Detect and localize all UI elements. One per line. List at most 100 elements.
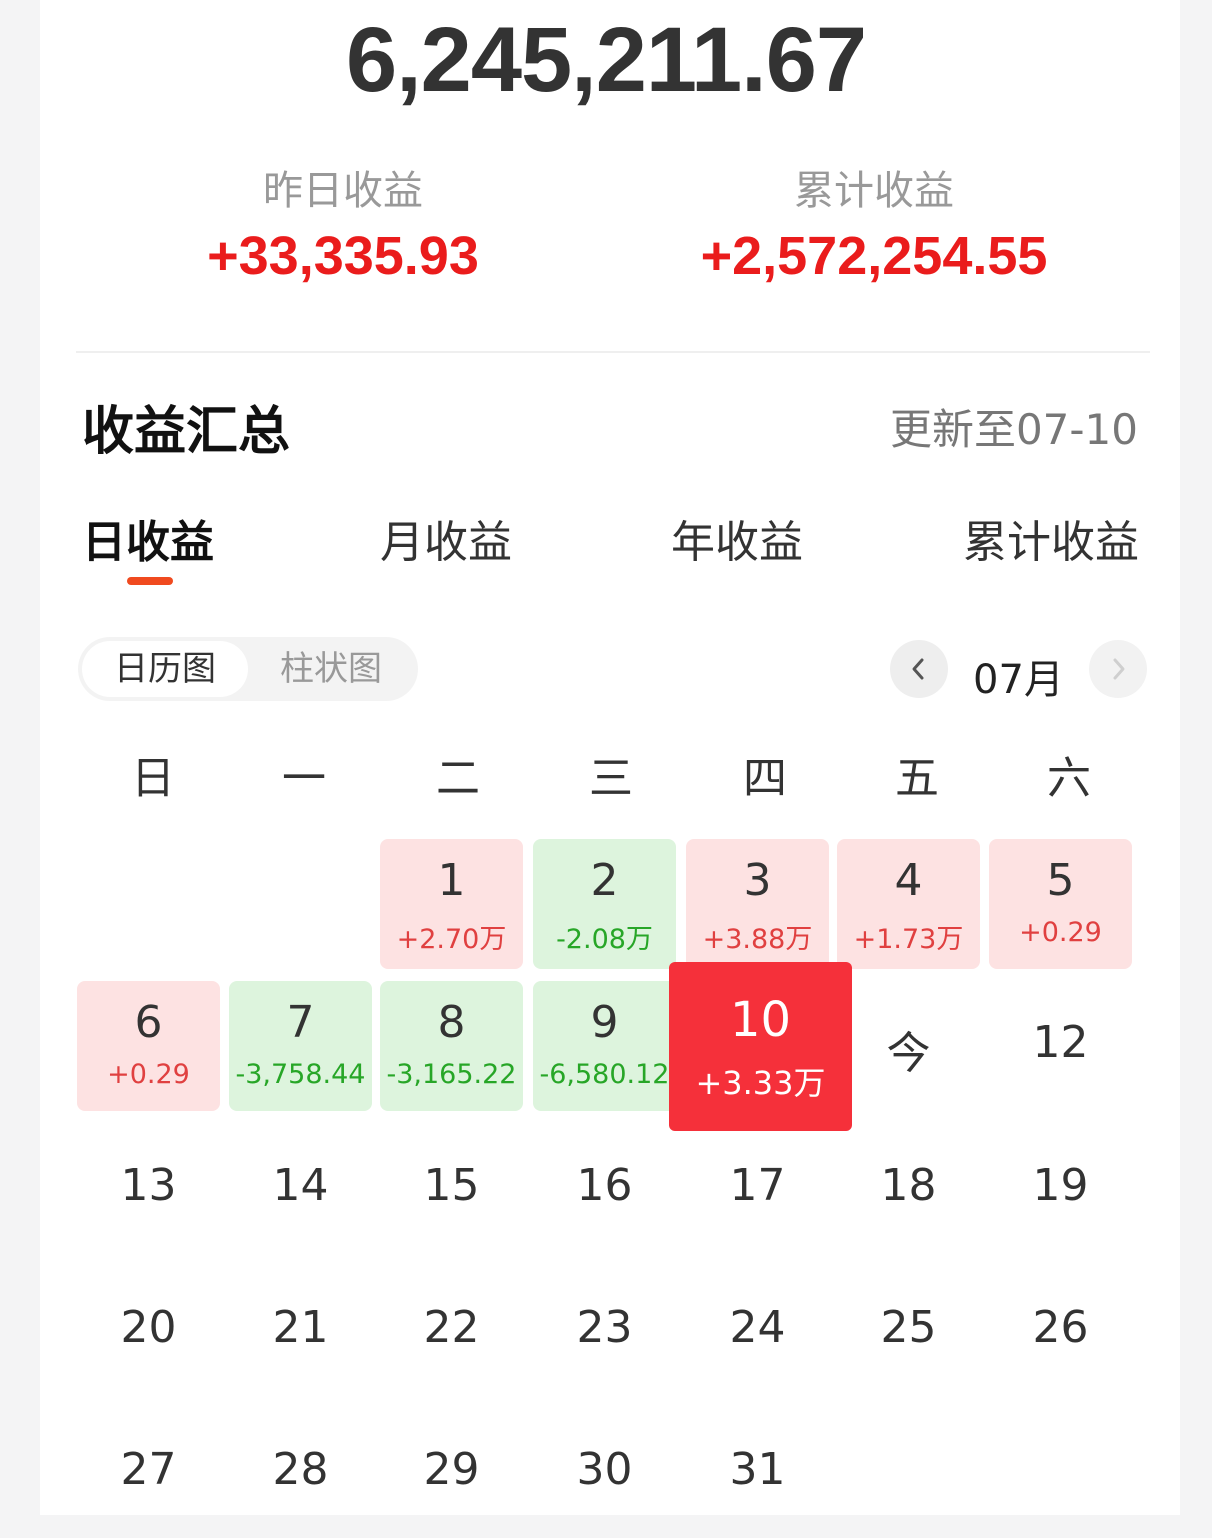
chevron-right-icon — [1113, 658, 1125, 680]
view-toggle: 日历图 柱状图 — [78, 637, 418, 701]
day-earnings: -3,758.44 — [235, 1059, 366, 1090]
calendar-day[interactable]: 4 +1.73万 — [837, 839, 980, 969]
day-earnings: +3.88万 — [702, 924, 813, 955]
calendar-day[interactable]: 31 — [686, 1408, 829, 1538]
day-earnings: +0.29 — [1019, 917, 1102, 948]
current-month: 07月 — [973, 657, 1064, 703]
weekday-label: 四 — [743, 753, 787, 804]
weekday-label: 日 — [131, 753, 175, 804]
calendar-day[interactable]: 17 — [686, 1124, 829, 1254]
day-number: 14 — [272, 1160, 329, 1211]
day-number: 31 — [729, 1444, 786, 1495]
calendar-day[interactable]: 今 — [837, 981, 980, 1111]
day-number: 19 — [1032, 1160, 1089, 1211]
next-month-button[interactable] — [1089, 640, 1147, 698]
day-number: 10 — [729, 992, 792, 1048]
calendar-day[interactable]: 27 — [77, 1408, 220, 1538]
calendar-day[interactable]: 20 — [77, 1266, 220, 1396]
day-earnings: -6,580.12 — [539, 1059, 670, 1090]
day-number: 17 — [729, 1160, 786, 1211]
day-number: 30 — [576, 1444, 633, 1495]
day-earnings: +0.29 — [107, 1059, 190, 1090]
day-number: 28 — [272, 1444, 329, 1495]
day-earnings: -2.08万 — [556, 924, 653, 955]
bar-chart-view-button[interactable]: 柱状图 — [248, 641, 414, 697]
active-tab-indicator — [127, 577, 173, 585]
calendar-day[interactable]: 18 — [837, 1124, 980, 1254]
day-number: 20 — [120, 1302, 177, 1353]
weekday-label: 五 — [895, 753, 939, 804]
calendar-day[interactable]: 1 +2.70万 — [380, 839, 523, 969]
day-number: 9 — [590, 997, 619, 1048]
day-number: 27 — [120, 1444, 177, 1495]
divider — [76, 351, 1150, 353]
day-number: 18 — [880, 1160, 937, 1211]
calendar-day[interactable]: 8 -3,165.22 — [380, 981, 523, 1111]
cumulative-earnings-label: 累计收益 — [794, 168, 954, 214]
calendar-day[interactable]: 24 — [686, 1266, 829, 1396]
calendar-day[interactable]: 23 — [533, 1266, 676, 1396]
cumulative-earnings-value: +2,572,254.55 — [700, 226, 1048, 286]
day-number: 25 — [880, 1302, 937, 1353]
calendar-day[interactable]: 12 — [989, 981, 1132, 1111]
yesterday-earnings-label: 昨日收益 — [263, 168, 423, 214]
total-assets: 6,245,211.67 — [345, 9, 867, 111]
weekday-label: 三 — [589, 753, 633, 804]
weekday-label: 一 — [282, 753, 326, 804]
calendar-day[interactable]: 28 — [229, 1408, 372, 1538]
calendar-day[interactable]: 21 — [229, 1266, 372, 1396]
yesterday-earnings-value: +33,335.93 — [207, 226, 479, 286]
day-number: 8 — [437, 997, 466, 1048]
day-number: 26 — [1032, 1302, 1089, 1353]
day-earnings: +3.33万 — [695, 1064, 826, 1102]
calendar-day[interactable]: 26 — [989, 1266, 1132, 1396]
day-number: 1 — [437, 855, 466, 906]
calendar-day[interactable]: 19 — [989, 1124, 1132, 1254]
weekday-label: 二 — [436, 753, 480, 804]
day-earnings: -3,165.22 — [386, 1059, 517, 1090]
day-number: 21 — [272, 1302, 329, 1353]
calendar-day[interactable]: 7 -3,758.44 — [229, 981, 372, 1111]
calendar-day[interactable]: 14 — [229, 1124, 372, 1254]
tab-monthly-earnings[interactable]: 月收益 — [380, 506, 512, 570]
chevron-left-icon — [912, 658, 924, 680]
calendar-view-button[interactable]: 日历图 — [82, 641, 248, 697]
calendar-day-selected[interactable]: 10 +3.33万 — [669, 962, 852, 1131]
day-number: 15 — [423, 1160, 480, 1211]
day-number: 3 — [743, 855, 772, 906]
day-number: 6 — [134, 997, 163, 1048]
update-date: 更新至07-10 — [889, 405, 1138, 454]
calendar-day[interactable]: 30 — [533, 1408, 676, 1538]
day-number: 24 — [729, 1302, 786, 1353]
day-number: 2 — [590, 855, 619, 906]
day-number: 12 — [1032, 1017, 1089, 1068]
section-title: 收益汇总 — [82, 402, 291, 462]
calendar-day[interactable]: 22 — [380, 1266, 523, 1396]
day-number: 4 — [894, 855, 923, 906]
day-number: 29 — [423, 1444, 480, 1495]
calendar-day[interactable]: 2 -2.08万 — [533, 839, 676, 969]
day-number: 5 — [1046, 855, 1075, 906]
calendar-day[interactable]: 3 +3.88万 — [686, 839, 829, 969]
day-number: 今 — [886, 1028, 931, 1079]
day-number: 22 — [423, 1302, 480, 1353]
prev-month-button[interactable] — [890, 640, 948, 698]
calendar-day[interactable]: 15 — [380, 1124, 523, 1254]
calendar-day[interactable]: 6 +0.29 — [77, 981, 220, 1111]
day-earnings: +1.73万 — [853, 924, 964, 955]
calendar-day[interactable]: 29 — [380, 1408, 523, 1538]
weekday-label: 六 — [1047, 753, 1091, 804]
day-number: 7 — [286, 997, 315, 1048]
tab-yearly-earnings[interactable]: 年收益 — [671, 506, 803, 570]
calendar-day[interactable]: 9 -6,580.12 — [533, 981, 676, 1111]
day-earnings: +2.70万 — [396, 924, 507, 955]
tab-daily-earnings[interactable]: 日收益 — [82, 506, 214, 570]
tab-cumulative-earnings[interactable]: 累计收益 — [963, 506, 1139, 570]
day-number: 23 — [576, 1302, 633, 1353]
calendar-day[interactable]: 16 — [533, 1124, 676, 1254]
day-number: 16 — [576, 1160, 633, 1211]
day-number: 13 — [120, 1160, 177, 1211]
calendar-day[interactable]: 13 — [77, 1124, 220, 1254]
calendar-day[interactable]: 5 +0.29 — [989, 839, 1132, 969]
calendar-day[interactable]: 25 — [837, 1266, 980, 1396]
